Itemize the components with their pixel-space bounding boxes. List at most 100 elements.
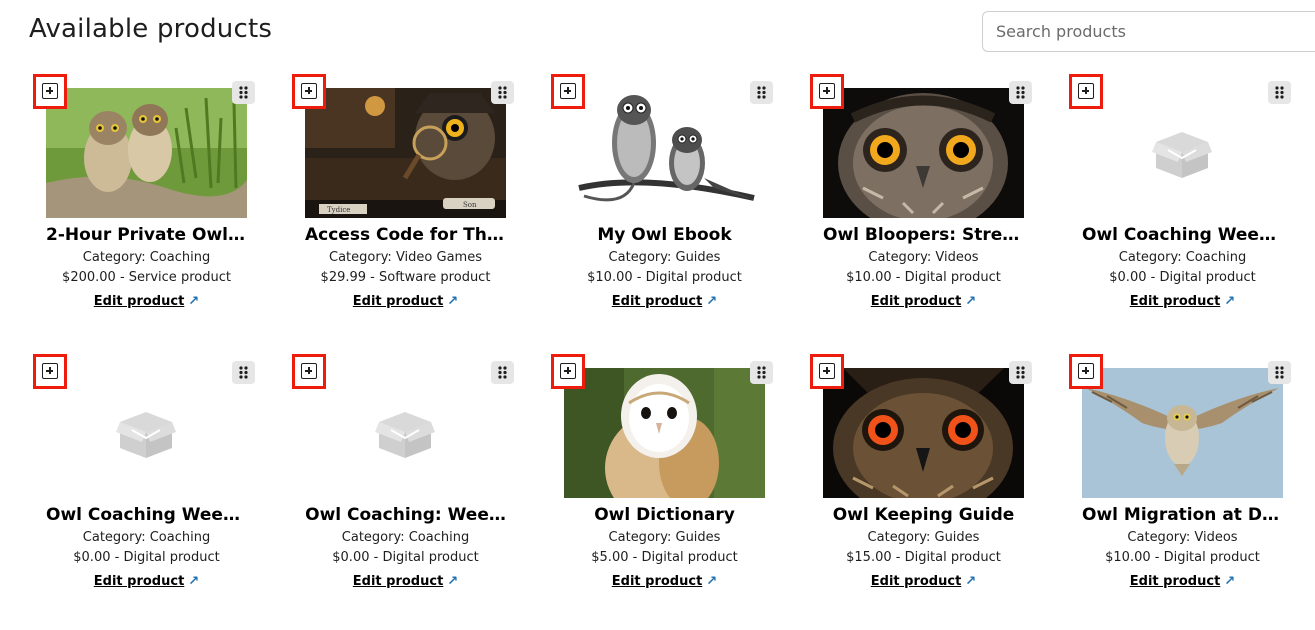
drag-handle-icon [1275, 366, 1284, 379]
plus-square-icon [301, 83, 317, 99]
edit-product-link[interactable]: Edit product ↗ [36, 294, 257, 309]
plus-square-icon [42, 83, 58, 99]
product-card: My Owl Ebook Category: Guides $10.00 - D… [551, 74, 798, 336]
edit-product-link[interactable]: Edit product ↗ [813, 294, 1034, 309]
drag-handle[interactable] [232, 81, 255, 104]
product-name: Owl Coaching Week… [46, 505, 247, 525]
edit-product-label: Edit product [352, 574, 444, 589]
edit-product-link[interactable]: Edit product ↗ [1072, 574, 1293, 589]
drag-handle[interactable] [750, 361, 773, 384]
edit-product-link[interactable]: Edit product ↗ [295, 574, 516, 589]
add-product-button[interactable] [1069, 74, 1103, 109]
drag-handle[interactable] [1009, 81, 1032, 104]
product-name: Owl Bloopers: Strea… [823, 225, 1024, 245]
product-image-flying-owl [1082, 368, 1283, 498]
add-product-button[interactable] [292, 354, 326, 389]
drag-handle[interactable] [232, 361, 255, 384]
product-card: Owl Coaching Week… Category: Coaching $0… [33, 354, 280, 616]
product-category: Category: Coaching [1118, 250, 1247, 265]
edit-product-link[interactable]: Edit product ↗ [295, 294, 516, 309]
product-category: Category: Guides [608, 530, 721, 545]
drag-handle-icon [498, 86, 507, 99]
add-product-button[interactable] [810, 74, 844, 109]
plus-square-icon [560, 83, 576, 99]
product-category: Category: Coaching [82, 250, 211, 265]
add-product-button[interactable] [551, 74, 585, 109]
edit-product-label: Edit product [1129, 574, 1221, 589]
product-price: $0.00 - Digital product [1109, 270, 1256, 285]
edit-product-link[interactable]: Edit product ↗ [1072, 294, 1293, 309]
product-price: $15.00 - Digital product [846, 550, 1001, 565]
drag-handle[interactable] [1009, 361, 1032, 384]
add-product-button[interactable] [33, 74, 67, 109]
edit-product-link[interactable]: Edit product ↗ [813, 574, 1034, 589]
product-image-placeholder [46, 368, 247, 498]
plus-square-icon [301, 363, 317, 379]
plus-square-icon [819, 83, 835, 99]
product-name: Owl Keeping Guide [832, 505, 1015, 525]
external-link-arrow-icon: ↗ [1224, 294, 1236, 309]
drag-handle[interactable] [491, 81, 514, 104]
product-category: Category: Videos [1127, 530, 1238, 545]
product-category: Category: Guides [867, 530, 980, 545]
search-input[interactable] [983, 12, 1315, 51]
product-price: $29.99 - Software product [320, 270, 491, 285]
product-image-owl-engraving [564, 88, 765, 218]
drag-handle-icon [757, 86, 766, 99]
product-price: $0.00 - Digital product [332, 550, 479, 565]
page-title: Available products [29, 14, 273, 44]
add-product-button[interactable] [1069, 354, 1103, 389]
external-link-arrow-icon: ↗ [706, 294, 718, 309]
product-category: Category: Guides [608, 250, 721, 265]
add-product-button[interactable] [33, 354, 67, 389]
drag-handle-icon [239, 366, 248, 379]
drag-handle-icon [1275, 86, 1284, 99]
external-link-arrow-icon: ↗ [188, 574, 200, 589]
drag-handle-icon [498, 366, 507, 379]
edit-product-link[interactable]: Edit product ↗ [36, 574, 257, 589]
add-product-button[interactable] [292, 74, 326, 109]
search-box[interactable] [982, 11, 1315, 52]
product-price: $10.00 - Digital product [846, 270, 1001, 285]
product-image-owl-face-closeup [823, 88, 1024, 218]
plus-square-icon [1078, 83, 1094, 99]
product-category: Category: Video Games [329, 250, 482, 265]
product-card: Owl Dictionary Category: Guides $5.00 - … [551, 354, 798, 616]
product-name: Owl Coaching Week… [1082, 225, 1283, 245]
drag-handle[interactable] [491, 361, 514, 384]
add-product-button[interactable] [551, 354, 585, 389]
product-category: Category: Coaching [82, 530, 211, 545]
external-link-arrow-icon: ↗ [188, 294, 200, 309]
product-category: Category: Coaching [341, 530, 470, 545]
add-product-button[interactable] [810, 354, 844, 389]
external-link-arrow-icon: ↗ [965, 574, 977, 589]
product-image-eagle-owl [823, 368, 1024, 498]
external-link-arrow-icon: ↗ [447, 574, 459, 589]
edit-product-label: Edit product [611, 294, 703, 309]
product-name: My Owl Ebook [597, 225, 732, 245]
drag-handle[interactable] [1268, 361, 1291, 384]
product-card: Owl Keeping Guide Category: Guides $15.0… [810, 354, 1057, 616]
product-card: 2-Hour Private Owl-… Category: Coaching … [33, 74, 280, 336]
edit-product-label: Edit product [93, 574, 185, 589]
external-link-arrow-icon: ↗ [965, 294, 977, 309]
drag-handle[interactable] [750, 81, 773, 104]
edit-product-link[interactable]: Edit product ↗ [554, 294, 775, 309]
drag-handle[interactable] [1268, 81, 1291, 104]
plus-square-icon [1078, 363, 1094, 379]
drag-handle-icon [1016, 86, 1025, 99]
product-image-two-burrowing-owls [46, 88, 247, 218]
product-image-placeholder [1082, 88, 1283, 218]
drag-handle-icon [757, 366, 766, 379]
edit-product-label: Edit product [93, 294, 185, 309]
product-card: Tydice Son Access Code for The… Category… [292, 74, 539, 336]
product-price: $10.00 - Digital product [1105, 550, 1260, 565]
product-card: Owl Coaching: Wee… Category: Coaching $0… [292, 354, 539, 616]
edit-product-link[interactable]: Edit product ↗ [554, 574, 775, 589]
external-link-arrow-icon: ↗ [1224, 574, 1236, 589]
plus-square-icon [560, 363, 576, 379]
product-name: Owl Coaching: Wee… [305, 505, 506, 525]
plus-square-icon [42, 363, 58, 379]
product-name: Owl Migration at Du… [1082, 505, 1283, 525]
product-name: Owl Dictionary [594, 505, 735, 525]
